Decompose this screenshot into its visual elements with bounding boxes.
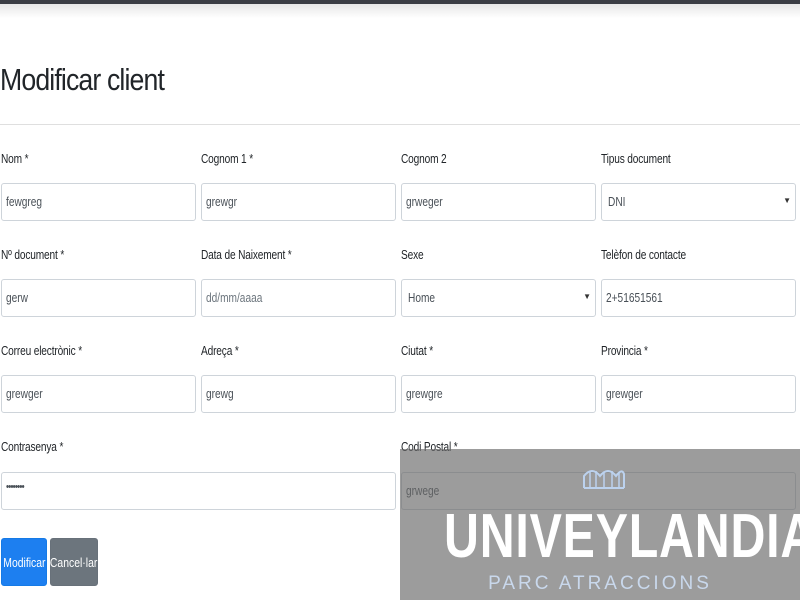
correu-input[interactable]: grewger — [1, 375, 196, 413]
adreca-label: Adreça * — [201, 343, 239, 358]
modificar-button-label: Modificar — [2, 554, 46, 570]
tipus-document-select[interactable]: DNI ▼ — [601, 183, 796, 221]
contrasenya-label: Contrasenya * — [1, 439, 64, 454]
sexe-label: Sexe — [401, 247, 424, 262]
cognom2-label: Cognom 2 — [401, 151, 447, 166]
num-document-value: gerw — [6, 290, 28, 305]
logo-wordmark: UNIVEYLANDIA — [444, 502, 800, 571]
contrasenya-value: •••••••• — [6, 481, 25, 493]
provincia-value: grewger — [606, 386, 643, 401]
tipus-document-value: DNI — [608, 194, 626, 209]
provincia-input[interactable]: grewger — [601, 375, 796, 413]
nom-value: fewgreg — [6, 194, 43, 209]
telefon-value: 2+51651561 — [606, 290, 663, 305]
provincia-label: Provincia * — [601, 343, 648, 358]
caret-down-icon: ▼ — [583, 292, 591, 301]
sexe-value: Home — [408, 290, 436, 305]
sexe-select[interactable]: Home ▼ — [401, 279, 596, 317]
cognom2-input[interactable]: grweger — [401, 183, 596, 221]
nom-input[interactable]: fewgreg — [1, 183, 196, 221]
data-naixement-placeholder: dd/mm/aaaa — [206, 290, 263, 305]
modificar-button[interactable]: Modificar — [1, 538, 47, 586]
telefon-label: Telèfon de contacte — [601, 247, 686, 262]
correu-label: Correu electrònic * — [1, 343, 83, 358]
data-naixement-label: Data de Naixement * — [201, 247, 292, 262]
title-divider — [0, 124, 800, 125]
ciutat-value: grewgre — [406, 386, 443, 401]
data-naixement-input[interactable]: dd/mm/aaaa — [201, 279, 396, 317]
correu-value: grewger — [6, 386, 43, 401]
ciutat-input[interactable]: grewgre — [401, 375, 596, 413]
adreca-input[interactable]: grewg — [201, 375, 396, 413]
nom-label: Nom * — [1, 151, 29, 166]
num-document-label: Nº document * — [1, 247, 65, 262]
adreca-value: grewg — [206, 386, 234, 401]
page-title: Modificar client — [0, 62, 165, 97]
num-document-input[interactable]: gerw — [1, 279, 196, 317]
logo-watermark: UNIVEYLANDIA PARC ATRACCIONS — [400, 449, 800, 600]
rollercoaster-icon — [583, 470, 625, 489]
top-bar-shadow — [0, 4, 800, 18]
contrasenya-input[interactable]: •••••••• — [1, 472, 396, 510]
telefon-input[interactable]: 2+51651561 — [601, 279, 796, 317]
cancel-button[interactable]: Cancel·lar — [50, 538, 98, 586]
cancel-button-label: Cancel·lar — [50, 554, 98, 570]
cognom1-input[interactable]: grewgr — [201, 183, 396, 221]
cognom1-label: Cognom 1 * — [201, 151, 253, 166]
tipus-document-label: Tipus document — [601, 151, 671, 166]
logo-subtitle: PARC ATRACCIONS — [488, 573, 712, 594]
cognom2-value: grweger — [406, 194, 443, 209]
cognom1-value: grewgr — [206, 194, 238, 209]
caret-down-icon: ▼ — [783, 196, 791, 205]
ciutat-label: Ciutat * — [401, 343, 434, 358]
